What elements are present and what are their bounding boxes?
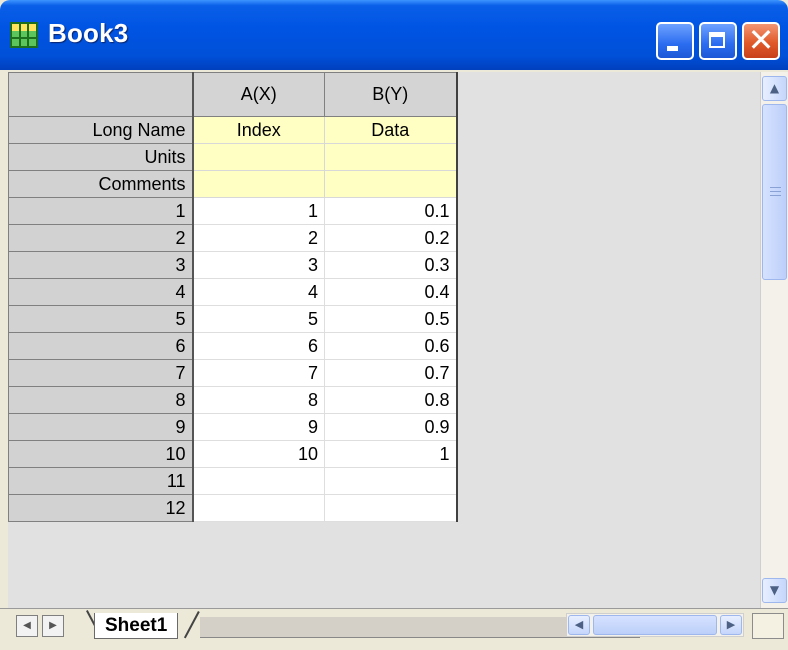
vertical-scrollbar[interactable]: ▲ ▼	[760, 72, 788, 608]
scroll-up-button[interactable]: ▲	[762, 76, 787, 101]
cell-a[interactable]: 6	[192, 332, 325, 360]
cell-b[interactable]: 0.5	[324, 305, 458, 333]
chevron-right-icon: ▶	[49, 620, 57, 631]
long-name-cell-a[interactable]: Index	[192, 116, 325, 144]
table-row: 5 5 0.5	[8, 305, 458, 333]
title-bar[interactable]: Book3 ✕	[0, 0, 788, 70]
table-row: 6 6 0.6	[8, 332, 458, 360]
cell-b[interactable]: 0.4	[324, 278, 458, 306]
cell-a[interactable]: 8	[192, 386, 325, 414]
worksheet-book-icon	[10, 22, 38, 48]
maximize-icon	[709, 32, 725, 48]
chevron-right-icon: ▶	[726, 618, 736, 631]
row-header[interactable]: 4	[8, 278, 194, 306]
row-header[interactable]: 11	[8, 467, 194, 495]
worksheet-table: A(X) B(Y) Long Name Index Data Units Com…	[8, 72, 458, 522]
chevron-down-icon: ▼	[769, 583, 780, 597]
scroll-left-button[interactable]: ◀	[568, 615, 590, 635]
units-cell-b[interactable]	[324, 143, 458, 171]
cell-b[interactable]: 0.7	[324, 359, 458, 387]
cell-a[interactable]	[192, 494, 325, 522]
scroll-down-button[interactable]: ▼	[762, 578, 787, 603]
table-row: 1 1 0.1	[8, 197, 458, 225]
cell-b[interactable]: 1	[324, 440, 458, 468]
cell-b[interactable]	[324, 494, 458, 522]
comments-cell-a[interactable]	[192, 170, 325, 198]
cell-b[interactable]	[324, 467, 458, 495]
table-row: 11	[8, 467, 458, 495]
row-header[interactable]: 3	[8, 251, 194, 279]
row-header[interactable]: 9	[8, 413, 194, 441]
cell-b[interactable]: 0.9	[324, 413, 458, 441]
cell-b[interactable]: 0.2	[324, 224, 458, 252]
chevron-left-icon: ◀	[23, 620, 31, 631]
column-header-row: A(X) B(Y)	[8, 72, 458, 117]
table-row: 3 3 0.3	[8, 251, 458, 279]
workbook-window: Book3 ✕ A(X) B(Y) Long Name Index Data U…	[0, 0, 788, 650]
tab-scroll-left-button[interactable]: ◀	[16, 615, 38, 637]
cell-b[interactable]: 0.1	[324, 197, 458, 225]
window-title: Book3	[48, 18, 129, 48]
row-label-comments[interactable]: Comments	[8, 170, 194, 198]
units-row: Units	[8, 143, 458, 171]
row-header[interactable]: 12	[8, 494, 194, 522]
vertical-scroll-thumb[interactable]	[762, 104, 787, 280]
maximize-button[interactable]	[699, 22, 737, 60]
cell-a[interactable]: 7	[192, 359, 325, 387]
table-row: 8 8 0.8	[8, 386, 458, 414]
comments-row: Comments	[8, 170, 458, 198]
units-cell-a[interactable]	[192, 143, 325, 171]
chevron-left-icon: ◀	[574, 618, 584, 631]
row-header[interactable]: 10	[8, 440, 194, 468]
cell-a[interactable]: 9	[192, 413, 325, 441]
comments-cell-b[interactable]	[324, 170, 458, 198]
horizontal-scrollbar[interactable]: ◀ ▶	[566, 613, 744, 637]
close-icon: ✕	[747, 21, 775, 59]
row-header[interactable]: 8	[8, 386, 194, 414]
cell-a[interactable]: 10	[192, 440, 325, 468]
tab-sheet1[interactable]: Sheet1	[94, 613, 179, 639]
scroll-right-button[interactable]: ▶	[720, 615, 742, 635]
cell-a[interactable]: 1	[192, 197, 325, 225]
table-row: 12	[8, 494, 458, 522]
chevron-up-icon: ▲	[769, 81, 780, 95]
long-name-row: Long Name Index Data	[8, 116, 458, 144]
minimize-icon	[667, 46, 678, 51]
tab-strip: Sheet1	[80, 610, 640, 641]
cell-a[interactable]: 5	[192, 305, 325, 333]
cell-b[interactable]: 0.8	[324, 386, 458, 414]
tab-divider	[183, 611, 200, 639]
column-header-b[interactable]: B(Y)	[324, 72, 458, 117]
row-label-units[interactable]: Units	[8, 143, 194, 171]
cell-b[interactable]: 0.6	[324, 332, 458, 360]
table-row: 2 2 0.2	[8, 224, 458, 252]
row-header[interactable]: 2	[8, 224, 194, 252]
worksheet-grid[interactable]: A(X) B(Y) Long Name Index Data Units Com…	[8, 72, 760, 608]
minimize-button[interactable]	[656, 22, 694, 60]
row-header[interactable]: 6	[8, 332, 194, 360]
sheet-tab-bar: ◀ ▶ Sheet1 ◀ ▶	[0, 608, 788, 650]
table-row: 10 10 1	[8, 440, 458, 468]
cell-a[interactable]: 4	[192, 278, 325, 306]
row-header[interactable]: 7	[8, 359, 194, 387]
table-row: 9 9 0.9	[8, 413, 458, 441]
tab-scroll-right-button[interactable]: ▶	[42, 615, 64, 637]
row-header[interactable]: 1	[8, 197, 194, 225]
horizontal-scroll-thumb[interactable]	[593, 615, 717, 635]
table-row: 4 4 0.4	[8, 278, 458, 306]
table-row: 7 7 0.7	[8, 359, 458, 387]
close-button[interactable]: ✕	[742, 22, 780, 60]
long-name-cell-b[interactable]: Data	[324, 116, 458, 144]
row-header[interactable]: 5	[8, 305, 194, 333]
row-label-long-name[interactable]: Long Name	[8, 116, 194, 144]
select-all-corner[interactable]	[8, 72, 194, 117]
column-header-a[interactable]: A(X)	[192, 72, 325, 117]
cell-b[interactable]: 0.3	[324, 251, 458, 279]
resize-grip[interactable]	[752, 613, 784, 639]
cell-a[interactable]	[192, 467, 325, 495]
cell-a[interactable]: 3	[192, 251, 325, 279]
cell-a[interactable]: 2	[192, 224, 325, 252]
